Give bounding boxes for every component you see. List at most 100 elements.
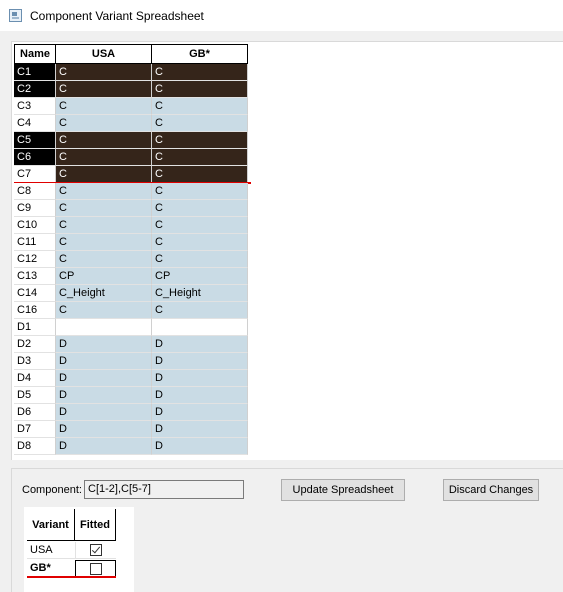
row-name-cell[interactable]: D3 (14, 353, 56, 370)
variant-row-usa[interactable]: USA (27, 542, 116, 559)
usa-cell[interactable]: D (56, 438, 152, 455)
grid-row[interactable]: D5 D D (14, 387, 249, 404)
usa-cell[interactable]: C (56, 166, 152, 183)
fitted-checkbox[interactable] (90, 544, 102, 556)
usa-cell[interactable]: CP (56, 268, 152, 285)
gb-cell[interactable]: C (152, 166, 248, 183)
variant-column-header[interactable]: Variant (27, 509, 75, 541)
gb-cell[interactable]: D (152, 404, 248, 421)
row-name-cell[interactable]: C8 (14, 183, 56, 200)
gb-cell[interactable]: C (152, 149, 248, 166)
row-name-cell[interactable]: C3 (14, 98, 56, 115)
row-name-cell[interactable]: D4 (14, 370, 56, 387)
usa-cell[interactable]: D (56, 336, 152, 353)
column-header-gb[interactable]: GB* (152, 44, 248, 64)
grid-row[interactable]: C10 C C (14, 217, 249, 234)
gb-cell[interactable]: C_Height (152, 285, 248, 302)
grid-row[interactable]: C5 C C (14, 132, 249, 149)
usa-cell[interactable]: D (56, 421, 152, 438)
gb-cell[interactable]: C (152, 81, 248, 98)
row-name-cell[interactable]: C4 (14, 115, 56, 132)
fitted-cell[interactable] (75, 542, 116, 559)
gb-cell[interactable]: C (152, 217, 248, 234)
grid-row[interactable]: D3 D D (14, 353, 249, 370)
row-name-cell[interactable]: C16 (14, 302, 56, 319)
grid-row[interactable]: C9 C C (14, 200, 249, 217)
fitted-checkbox[interactable] (90, 563, 102, 575)
usa-cell[interactable] (56, 319, 152, 336)
usa-cell[interactable]: C (56, 64, 152, 81)
column-header-name[interactable]: Name (14, 44, 56, 64)
row-name-cell[interactable]: C7 (14, 166, 56, 183)
gb-cell[interactable]: D (152, 387, 248, 404)
gb-cell[interactable]: D (152, 438, 248, 455)
row-name-cell[interactable]: C13 (14, 268, 56, 285)
gb-cell[interactable]: D (152, 370, 248, 387)
row-name-cell[interactable]: C6 (14, 149, 56, 166)
row-name-cell[interactable]: C10 (14, 217, 56, 234)
row-name-cell[interactable]: D6 (14, 404, 56, 421)
usa-cell[interactable]: C (56, 217, 152, 234)
grid-row[interactable]: C7 C C (14, 166, 251, 184)
row-name-cell[interactable]: C1 (14, 64, 56, 81)
gb-cell[interactable]: C (152, 251, 248, 268)
gb-cell[interactable]: D (152, 353, 248, 370)
row-name-cell[interactable]: D8 (14, 438, 56, 455)
grid-row[interactable]: C14 C_Height C_Height (14, 285, 249, 302)
usa-cell[interactable]: C (56, 98, 152, 115)
grid-row[interactable]: C11 C C (14, 234, 249, 251)
fitted-cell[interactable] (75, 560, 116, 577)
grid-row[interactable]: D2 D D (14, 336, 249, 353)
row-name-cell[interactable]: D5 (14, 387, 56, 404)
usa-cell[interactable]: C (56, 183, 152, 200)
row-name-cell[interactable]: C11 (14, 234, 56, 251)
gb-cell[interactable]: C (152, 98, 248, 115)
usa-cell[interactable]: C (56, 115, 152, 132)
row-name-cell[interactable]: C12 (14, 251, 56, 268)
gb-cell[interactable]: D (152, 336, 248, 353)
usa-cell[interactable]: C (56, 251, 152, 268)
usa-cell[interactable]: C (56, 200, 152, 217)
gb-cell[interactable]: C (152, 132, 248, 149)
usa-cell[interactable]: C (56, 302, 152, 319)
grid-row[interactable]: D4 D D (14, 370, 249, 387)
gb-cell[interactable] (152, 319, 248, 336)
usa-cell[interactable]: D (56, 370, 152, 387)
variant-row-gb[interactable]: GB* (27, 560, 116, 577)
gb-cell[interactable]: D (152, 421, 248, 438)
gb-cell[interactable]: C (152, 234, 248, 251)
gb-cell[interactable]: C (152, 200, 248, 217)
row-name-cell[interactable]: D7 (14, 421, 56, 438)
update-spreadsheet-button[interactable]: Update Spreadsheet (281, 479, 405, 501)
grid-row[interactable]: C2 C C (14, 81, 249, 98)
grid-row[interactable]: D6 D D (14, 404, 249, 421)
usa-cell[interactable]: C (56, 81, 152, 98)
usa-cell[interactable]: C (56, 149, 152, 166)
row-name-cell[interactable]: C14 (14, 285, 56, 302)
component-input[interactable]: C[1-2],C[5-7] (84, 480, 244, 499)
grid-row[interactable]: C6 C C (14, 149, 249, 166)
grid-row[interactable]: C8 C C (14, 183, 249, 200)
variant-spreadsheet-grid[interactable]: Name USA GB* C1 C C C2 C C C3 C C C4 C C C5 C C C6 C C C7 C… (14, 44, 251, 455)
row-name-cell[interactable]: D1 (14, 319, 56, 336)
usa-cell[interactable]: C (56, 132, 152, 149)
column-header-usa[interactable]: USA (56, 44, 152, 64)
usa-cell[interactable]: D (56, 404, 152, 421)
discard-changes-button[interactable]: Discard Changes (443, 479, 539, 501)
row-name-cell[interactable]: C2 (14, 81, 56, 98)
grid-row[interactable]: D8 D D (14, 438, 249, 455)
grid-row[interactable]: C12 C C (14, 251, 249, 268)
row-name-cell[interactable]: C9 (14, 200, 56, 217)
row-name-cell[interactable]: D2 (14, 336, 56, 353)
gb-cell[interactable]: C (152, 183, 248, 200)
grid-row[interactable]: C16 C C (14, 302, 249, 319)
usa-cell[interactable]: C (56, 234, 152, 251)
usa-cell[interactable]: D (56, 353, 152, 370)
grid-row[interactable]: D1 (14, 319, 249, 336)
usa-cell[interactable]: D (56, 387, 152, 404)
row-name-cell[interactable]: C5 (14, 132, 56, 149)
grid-row[interactable]: C13 CP CP (14, 268, 249, 285)
grid-row[interactable]: C4 C C (14, 115, 249, 132)
gb-cell[interactable]: C (152, 115, 248, 132)
gb-cell[interactable]: C (152, 302, 248, 319)
